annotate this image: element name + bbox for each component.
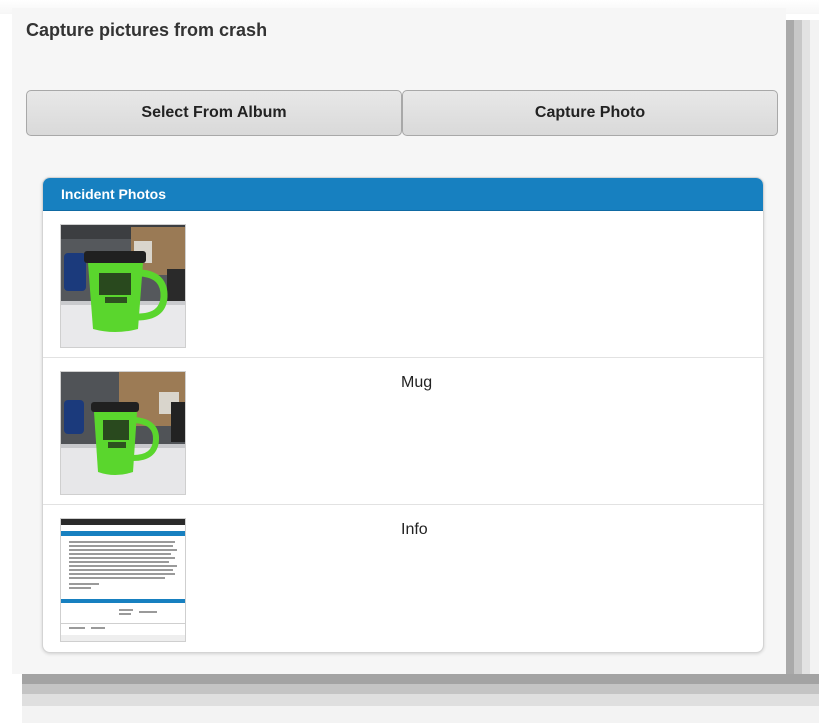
window-shadow-bottom — [22, 674, 819, 723]
photo-caption: Mug — [401, 374, 433, 391]
incident-photos-panel: Incident Photos Mug Info — [42, 177, 764, 653]
app-window: Capture pictures from crash Select From … — [12, 8, 786, 674]
photo-source-buttons: Select From Album Capture Photo — [26, 90, 778, 136]
photo-list-item[interactable]: Mug — [43, 358, 763, 505]
mug-photo-image — [61, 372, 185, 494]
document-screenshot-image — [61, 519, 185, 641]
photo-caption: Info — [401, 521, 428, 538]
capture-photo-button[interactable]: Capture Photo — [402, 90, 778, 136]
document-screenshot-thumbnail[interactable] — [60, 518, 186, 642]
incident-photos-header: Incident Photos — [43, 178, 763, 211]
mug-photo-image — [61, 225, 185, 347]
mug-photo-thumbnail[interactable] — [60, 371, 186, 495]
photo-list-item[interactable]: Info — [43, 505, 763, 651]
page-title: Capture pictures from crash — [26, 20, 268, 40]
window-shadow-right — [786, 20, 819, 688]
select-from-album-button[interactable]: Select From Album — [26, 90, 402, 136]
photo-list-item[interactable] — [43, 211, 763, 358]
mug-photo-thumbnail[interactable] — [60, 224, 186, 348]
